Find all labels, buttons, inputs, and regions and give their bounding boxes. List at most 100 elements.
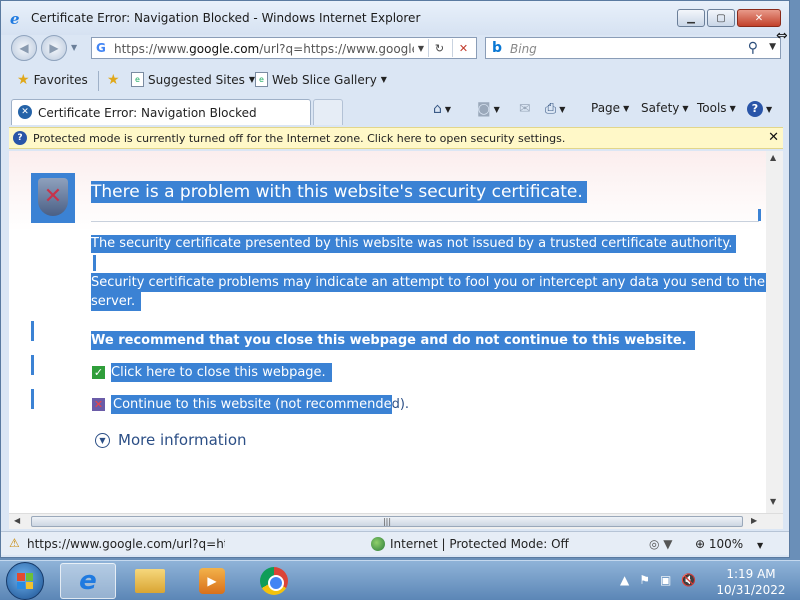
selection-fragment [93,255,96,271]
horizontal-scrollbar[interactable]: ◀ ||| ▶ [9,513,783,529]
status-url: https://www.google.com/url?q=http [27,537,225,551]
selection-fragment [31,321,34,341]
back-button[interactable]: ◀ [11,35,37,61]
action-center-flag-icon[interactable]: ⚑ [639,573,650,587]
svg-text:e: e [10,10,20,26]
window-controls: ▁ ▢ ✕ [677,9,781,27]
chevron-down-icon: ▼ [493,104,500,114]
suggested-sites-label: Suggested Sites [148,72,245,87]
close-window-button[interactable]: ✕ [737,9,781,27]
address-url[interactable]: https://www.google.com/url?q=https://www… [114,42,414,56]
show-hidden-icons-icon[interactable]: ▲ [620,573,629,587]
heading-divider [91,221,759,222]
search-placeholder: Bing [510,42,537,56]
warning-text-line-2: server. [91,292,142,311]
taskbar-file-explorer[interactable] [122,563,178,599]
recommendation-text: We recommend that you close this webpage… [91,331,695,350]
safety-menu-label: Safety [641,101,680,115]
system-clock[interactable]: 1:19 AM 10/31/2022 [716,566,786,598]
taskbar-media-player[interactable]: ▶ [184,563,240,599]
tab-label: Certificate Error: Navigation Blocked [38,106,257,120]
scroll-right-icon[interactable]: ▶ [751,516,757,525]
continue-to-website-option[interactable]: ✕ Continue to this website (not recommen… [91,395,409,414]
tab-certificate-error[interactable]: ✕ Certificate Error: Navigation Blocked [11,99,311,125]
x-shield-icon: ✕ [91,397,106,412]
scroll-left-icon[interactable]: ◀ [14,516,20,525]
internet-zone-globe-icon [371,537,385,551]
chevron-down-icon: ▼ [623,103,630,113]
page-menu[interactable]: Page ▼ [591,101,629,115]
forward-button[interactable]: ▶ [41,35,67,61]
web-slice-gallery-label: Web Slice Gallery [272,72,377,87]
start-button[interactable] [6,562,44,600]
status-bar: ⚠ https://www.google.com/url?q=http Inte… [1,531,789,555]
information-bar[interactable]: ? Protected mode is currently turned off… [9,127,783,149]
help-icon: ? [747,101,763,117]
minimize-button[interactable]: ▁ [677,9,705,27]
address-bar[interactable]: G https://www.google.com/url?q=https://w… [91,37,477,59]
search-options-dropdown[interactable]: ▼ [769,42,776,52]
magnifier-icon: ⊕ [695,537,706,551]
horizontal-scroll-thumb[interactable]: ||| [31,516,743,527]
vertical-scrollbar[interactable]: ▲ ▼ [766,151,783,515]
search-box[interactable]: b Bing ⚲ ▼ [485,37,781,59]
new-tab-button[interactable] [313,99,343,125]
print-button[interactable]: ⎙ ▼ [545,101,565,117]
home-button[interactable]: ⌂ ▼ [433,101,451,117]
zoom-level: 100% [708,537,744,551]
selection-fragment [758,209,761,221]
read-mail-button[interactable]: ✉ [519,101,531,117]
recent-pages-dropdown[interactable]: ▼ [71,43,77,52]
printer-icon: ⎙ [545,101,557,117]
continue-link[interactable]: Continue to this website (not recommende [111,395,392,414]
mail-icon: ✉ [519,101,531,117]
page-menu-label: Page [591,101,621,115]
certificate-explanation: The security certificate presented by th… [91,235,737,253]
taskbar-chrome[interactable] [246,563,302,599]
maximize-button[interactable]: ▢ [707,9,735,27]
refresh-button[interactable]: ↻ [428,39,450,57]
network-icon[interactable]: ▣ [660,573,671,587]
page-heading: There is a problem with this website's s… [91,181,587,203]
web-slice-gallery-button[interactable]: e Web Slice Gallery ▼ [255,72,387,87]
page-content: ✕ There is a problem with this website's… [9,151,783,515]
close-webpage-option[interactable]: ✓ Click here to close this webpage. [91,363,332,382]
forward-arrow-icon: ▶ [49,41,59,55]
volume-muted-icon[interactable]: 🔇 [681,573,696,587]
webpage-icon: e [131,72,144,87]
security-zone[interactable]: Internet | Protected Mode: Off [371,537,569,551]
selection-fragment [31,355,34,375]
more-information-toggle[interactable]: ▼ More information [95,431,247,449]
pop-up-blocker-icon[interactable]: ◎ ▼ [649,537,673,551]
safety-menu[interactable]: Safety ▼ [641,101,689,115]
scroll-up-icon[interactable]: ▲ [770,153,776,162]
more-information-label: More information [118,431,247,449]
favorites-button[interactable]: ★ Favorites [17,72,88,88]
security-info-icon: ? [13,131,27,145]
feeds-button[interactable]: ◙ ▼ [477,101,500,117]
stop-button[interactable]: ✕ [452,39,474,57]
resize-cursor-icon: ⇔ [776,28,788,44]
navigation-bar: ◀ ▶ ▼ G https://www.google.com/url?q=htt… [1,35,789,61]
chevron-down-icon: ▼ [766,104,773,114]
information-bar-text[interactable]: Protected mode is currently turned off f… [33,132,565,145]
scroll-down-icon[interactable]: ▼ [770,497,776,506]
tools-menu[interactable]: Tools ▼ [697,101,736,115]
chevron-down-icon: ▼ [559,104,566,114]
title-bar: e Certificate Error: Navigation Blocked … [1,1,789,35]
security-warning-icon: ⚠ [9,536,20,550]
rss-feed-icon: ◙ [477,101,491,117]
chrome-icon [260,567,288,595]
continue-link-tail[interactable]: d). [392,395,409,414]
add-to-favorites-bar-button[interactable]: ★ [107,72,120,88]
zoom-control[interactable]: ⊕ 100% ▼ [695,537,763,551]
search-icon[interactable]: ⚲ [748,40,758,56]
toolbar-divider [98,71,99,91]
help-menu[interactable]: ? ▼ [747,101,772,117]
close-webpage-link[interactable]: Click here to close this webpage. [111,363,332,382]
windows-logo-icon [17,573,33,589]
information-bar-close-button[interactable]: ✕ [768,130,779,145]
suggested-sites-button[interactable]: e Suggested Sites ▼ [131,72,255,87]
taskbar-internet-explorer[interactable]: e [60,563,116,599]
checkmark-shield-icon: ✓ [91,365,106,380]
